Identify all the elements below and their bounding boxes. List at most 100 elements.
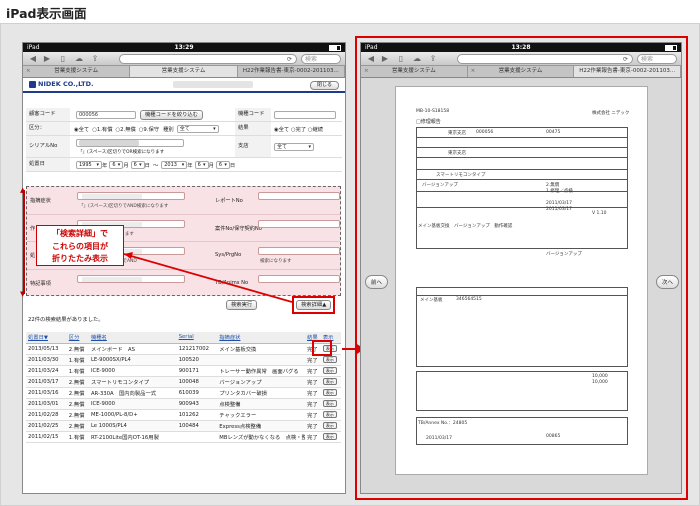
table-cell: 2011/03/24 <box>26 365 67 377</box>
table-cell: 完了 <box>305 365 321 377</box>
bookmarks-icon[interactable]: ▯ <box>395 54 407 63</box>
table-row: 2011/02/25 2.無償 Le 1000S/PL4 100484 Express点… <box>26 420 341 432</box>
table-row: 2011/03/24 1.有償 ICE-9000 900171 トレーサー動作異常 画面… <box>26 365 341 377</box>
table-cell: 完了 <box>305 409 321 421</box>
table-cell: 完了 <box>305 376 321 388</box>
table-cell: 完了 <box>305 431 321 443</box>
table-cell: 2.無償 <box>66 343 89 355</box>
table-cell: RT-2100Lite国内OT-16用製 <box>88 431 177 443</box>
pdf-viewer: 前へ 次へ MB-10-S18158 □修理報告 株式会社 ニデック 東京支店 … <box>361 78 681 493</box>
table-cell: ME-1000/PL-8/D+ <box>88 409 177 421</box>
search-input[interactable]: 検索 <box>637 54 677 64</box>
next-button[interactable]: 次へ <box>655 275 679 289</box>
table-row: 2013/05/13 2.無償 メインボード AS 121217002 メイン基板交換完… <box>26 343 341 355</box>
table-cell <box>217 354 306 366</box>
table-cell: 100484 <box>176 420 218 432</box>
table-cell: 1.有償 <box>66 431 89 443</box>
table-cell: 2.無償 <box>66 387 89 399</box>
tab-1[interactable]: × 営業支援システム <box>361 66 468 77</box>
table-cell: 2011/02/28 <box>26 409 67 421</box>
close-icon[interactable]: × <box>471 66 476 77</box>
table-cell: 2.無償 <box>66 376 89 388</box>
table-cell: 2.無償 <box>66 420 89 432</box>
doc-table-1 <box>416 127 628 249</box>
forward-icon[interactable]: ▶ <box>379 54 391 63</box>
view-button-highlight <box>312 340 332 356</box>
result-count: 22件の検索結果がありました。 <box>28 317 104 323</box>
company-logo: 株式会社 ニデック <box>592 111 630 116</box>
table-header: 処置日▼ 区分 機種名 Serial 指摘症状 結果 表示 <box>26 332 341 344</box>
table-cell: メインボード AS <box>88 343 177 355</box>
table-cell: 2011/03/16 <box>26 387 67 399</box>
url-bar[interactable]: ⟳ <box>457 54 633 64</box>
ipad-report-screen: iPad 13:28 ◀ ▶ ▯ ☁ ⇪ ⟳ 検索 × 営業支援システム × 営業支… <box>360 42 682 494</box>
table-row: 2011/03/16 2.無償 AR-330A 国内向製品一式 610039 プリンタカ… <box>26 387 341 399</box>
table-cell: ICE-9000 <box>88 365 177 377</box>
table-cell: スマートリモコンタイプ <box>88 376 177 388</box>
browser-tabs-2: × 営業支援システム × 営業支援システム H22作業報告書-東京-0002-201… <box>361 66 681 78</box>
search-detail-button[interactable]: 検索詳細▲ <box>296 300 332 310</box>
table-cell: 2011/03/17 <box>26 376 67 388</box>
close-icon[interactable]: × <box>364 66 369 77</box>
tab-2[interactable]: × 営業支援システム <box>467 66 575 77</box>
view-button[interactable]: 表示 <box>322 399 337 407</box>
table-cell: プリンタカバー破損 <box>217 387 306 399</box>
table-cell: 2.無償 <box>66 409 89 421</box>
cloud-icon[interactable]: ☁ <box>411 54 423 63</box>
back-icon[interactable]: ◀ <box>365 54 377 63</box>
view-button[interactable]: 表示 <box>322 410 337 418</box>
table-cell: 610039 <box>176 387 218 399</box>
table-cell: 101262 <box>176 409 218 421</box>
table-cell: トレーサー動作異常 画面バグる <box>217 365 306 377</box>
doc-table-2 <box>416 287 628 367</box>
table-cell: チャックエラー <box>217 409 306 421</box>
view-button[interactable]: 表示 <box>322 432 337 440</box>
table-row: 2011/02/15 1.有償 RT-2100Lite国内OT-16用製 MBレンズが… <box>26 431 341 443</box>
table-cell: LE-9000SX/PL4 <box>88 354 177 366</box>
table-cell: 完了 <box>305 398 321 410</box>
table-cell: 2011/02/15 <box>26 431 67 443</box>
table-cell: 2011/03/30 <box>26 354 67 366</box>
table-cell: 2.無償 <box>66 398 89 410</box>
callout-arrow-line <box>123 253 293 303</box>
view-button[interactable]: 表示 <box>322 355 337 363</box>
table-cell: メイン基板交換 <box>217 343 306 355</box>
table-cell: 100048 <box>176 376 218 388</box>
table-row: 2011/03/01 2.無償 ICE-9000 900943 点検整備 完了 表示 <box>26 398 341 410</box>
table-cell: 1.有償 <box>66 354 89 366</box>
table-cell: Le 1000S/PL4 <box>88 420 177 432</box>
table-row: 2011/03/17 2.無償 スマートリモコンタイプ 100048 バージョンアップ完… <box>26 376 341 388</box>
view-button[interactable]: 表示 <box>322 366 337 374</box>
table-cell: 2011/02/25 <box>26 420 67 432</box>
tab-3[interactable]: H22作業報告書-東京-0002-201103... <box>574 66 681 77</box>
share-icon[interactable]: ⇪ <box>427 54 439 63</box>
table-cell: バージョンアップ <box>217 376 306 388</box>
table-cell: 100520 <box>176 354 218 366</box>
table-row: 2011/02/28 2.無償 ME-1000/PL-8/D+ 101262 チャックエ… <box>26 409 341 421</box>
table-cell: 900171 <box>176 365 218 377</box>
table-cell: 1.有償 <box>66 365 89 377</box>
search-button[interactable]: 検索実行 <box>226 300 258 310</box>
view-button[interactable]: 表示 <box>322 388 337 396</box>
table-cell: 2013/05/13 <box>26 343 67 355</box>
table-cell: Express点検整備 <box>217 420 306 432</box>
callout-arrowhead <box>124 252 133 259</box>
view-button[interactable]: 表示 <box>322 421 337 429</box>
battery-icon <box>665 43 677 51</box>
table-cell: 2011/03/01 <box>26 398 67 410</box>
view-button[interactable]: 表示 <box>322 377 337 385</box>
table-cell: MBレンズが動かなくなる 点検・整備 <box>217 431 306 443</box>
status-bar-2: iPad 13:28 <box>361 43 681 52</box>
report-document: MB-10-S18158 □修理報告 株式会社 ニデック 東京支店 000056… <box>395 86 648 475</box>
table-cell: 完了 <box>305 420 321 432</box>
browser-toolbar-2: ◀ ▶ ▯ ☁ ⇪ ⟳ 検索 <box>361 52 681 66</box>
results-table: 処置日▼ 区分 機種名 Serial 指摘症状 結果 表示 2013/05/13 2.無償 メイ… <box>26 332 341 443</box>
table-cell: 完了 <box>305 387 321 399</box>
table-row: 2011/03/30 1.有償 LE-9000SX/PL4 100520 完了 表示 <box>26 354 341 366</box>
table-cell: 121217002 <box>176 343 218 355</box>
table-cell: 点検整備 <box>217 398 306 410</box>
prev-button[interactable]: 前へ <box>365 275 389 289</box>
table-cell: AR-330A 国内向製品一式 <box>88 387 177 399</box>
detail-toggle-highlight: 検索詳細▲ <box>292 296 336 314</box>
table-cell: ICE-9000 <box>88 398 177 410</box>
